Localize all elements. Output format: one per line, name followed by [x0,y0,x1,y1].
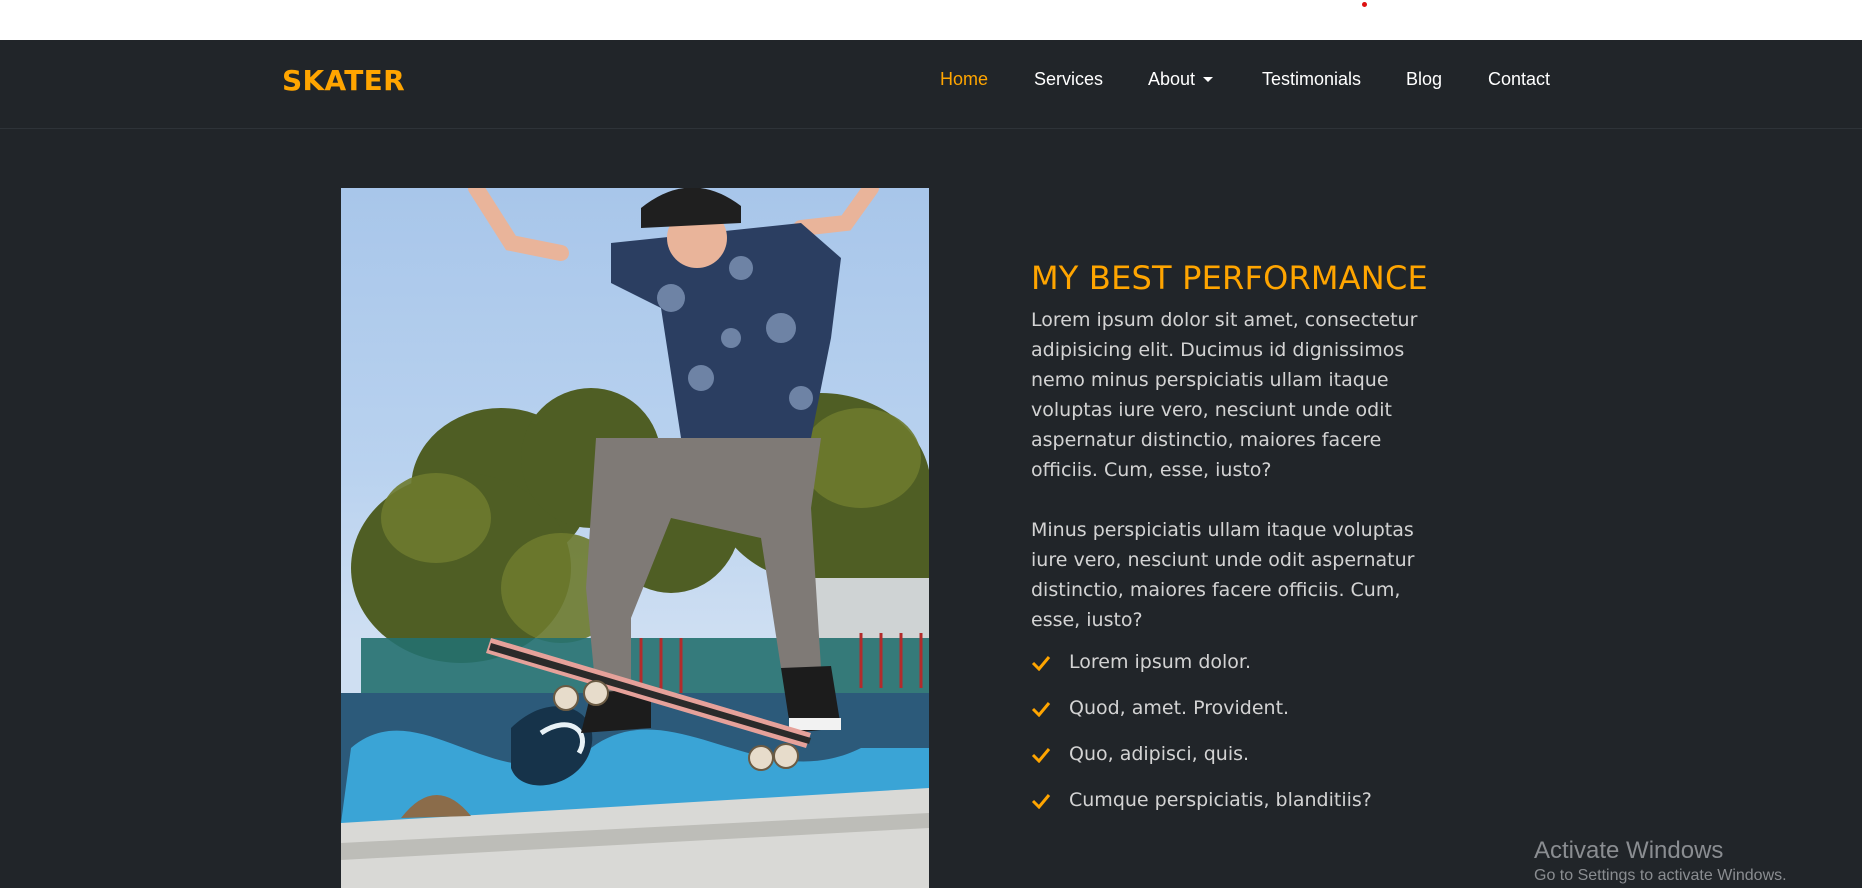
nav-services[interactable]: Services [1034,69,1103,90]
check-icon [1031,748,1051,763]
nav-testimonials[interactable]: Testimonials [1262,69,1361,90]
paragraph-1: Lorem ipsum dolor sit amet, consectetur … [1031,309,1418,481]
check-icon [1031,794,1051,809]
nav-contact[interactable]: Contact [1488,69,1550,90]
list-item: Lorem ipsum dolor. [1031,647,1451,693]
watermark-title: Activate Windows [1534,837,1724,864]
feature-list: Lorem ipsum dolor. Quod, amet. Provident… [1031,647,1451,831]
nav-about[interactable]: About [1148,69,1195,89]
skater-photo [341,188,929,888]
feature-text: Lorem ipsum dolor. [1069,651,1252,673]
check-icon [1031,702,1051,717]
check-icon [1031,656,1051,671]
list-item: Quod, amet. Provident. [1031,693,1451,739]
list-item: Quo, adipisci, quis. [1031,739,1451,785]
watermark-subtitle: Go to Settings to activate Windows. [1534,867,1787,884]
feature-text: Quod, amet. Provident. [1069,697,1290,719]
windows-activation-watermark: Activate Windows Go to Settings to activ… [1534,837,1787,885]
section-heading: MY BEST PERFORMANCE [1031,259,1428,297]
list-item: Cumque perspiciatis, blanditiis? [1031,785,1451,831]
caret-down-icon [1203,77,1214,82]
indicator-dot [1362,2,1367,7]
nav-home[interactable]: Home [940,69,988,90]
nav-blog[interactable]: Blog [1406,69,1442,90]
main-nav: Home Services About Testimonials Blog Co… [0,69,1862,99]
performance-section: MY BEST PERFORMANCE Lorem ipsum dolor si… [1031,255,1451,831]
feature-text: Quo, adipisci, quis. [1069,743,1250,765]
browser-top-strip [0,0,1862,40]
feature-text: Cumque perspiciatis, blanditiis? [1069,789,1372,811]
nav-about-dropdown[interactable]: About [1148,69,1214,90]
paragraph-2: Minus perspiciatis ullam itaque voluptas… [1031,519,1415,631]
navbar: SKATER Home Services About Testimonials … [0,40,1862,129]
